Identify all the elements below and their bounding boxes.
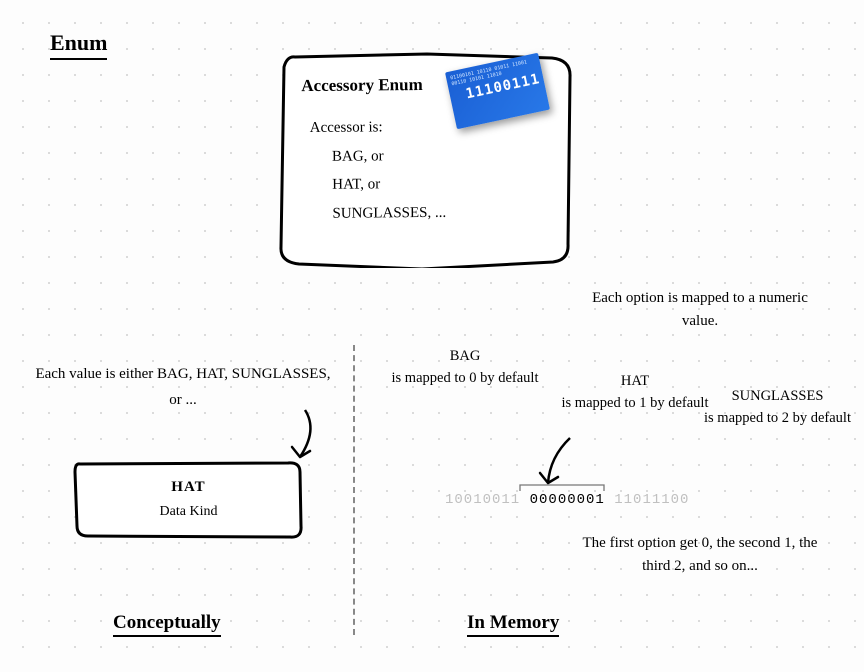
section-divider bbox=[353, 345, 355, 635]
binary-faded-right: 11011100 bbox=[614, 492, 689, 508]
data-subtitle: Data Kind bbox=[160, 504, 218, 520]
section-label-memory: In Memory bbox=[467, 612, 559, 637]
memory-label-sunglasses: SUNGLASSES is mapped to 2 by default bbox=[695, 385, 860, 430]
enum-option: BAG, or bbox=[310, 140, 548, 171]
binary-strong-mid: 00000001 bbox=[530, 492, 605, 508]
mem-name: HAT bbox=[621, 373, 649, 389]
caption-ordering: The first option get 0, the second 1, th… bbox=[570, 532, 830, 579]
data-value: HAT bbox=[171, 479, 205, 496]
binary-memory-row: 10010011 00000001 11011100 bbox=[445, 492, 689, 508]
mem-name: BAG bbox=[450, 348, 481, 364]
enum-option: SUNGLASSES, ... bbox=[310, 197, 548, 228]
memory-label-bag: BAG is mapped to 0 by default bbox=[390, 345, 540, 390]
enum-box-content: Accessor is: BAG, or HAT, or SUNGLASSES,… bbox=[302, 112, 549, 228]
data-kind-box: HAT Data Kind bbox=[76, 462, 301, 537]
caption-value-options: Each value is either BAG, HAT, SUNGLASSE… bbox=[33, 362, 333, 413]
mem-name: SUNGLASSES bbox=[732, 388, 824, 404]
mem-text: is mapped to 0 by default bbox=[392, 370, 539, 386]
arrow-to-databox-icon bbox=[270, 405, 330, 470]
enum-option: HAT, or bbox=[310, 169, 548, 200]
mem-text: is mapped to 2 by default bbox=[704, 410, 851, 426]
binary-faded-left: 10010011 bbox=[445, 492, 520, 508]
memory-label-hat: HAT is mapped to 1 by default bbox=[560, 370, 710, 415]
arrow-to-binary-icon bbox=[530, 435, 580, 493]
section-label-conceptual: Conceptually bbox=[113, 612, 221, 637]
caption-numeric-mapping: Each option is mapped to a numeric value… bbox=[575, 287, 825, 332]
mem-text: is mapped to 1 by default bbox=[562, 395, 709, 411]
diagram-title: Enum bbox=[50, 30, 107, 60]
